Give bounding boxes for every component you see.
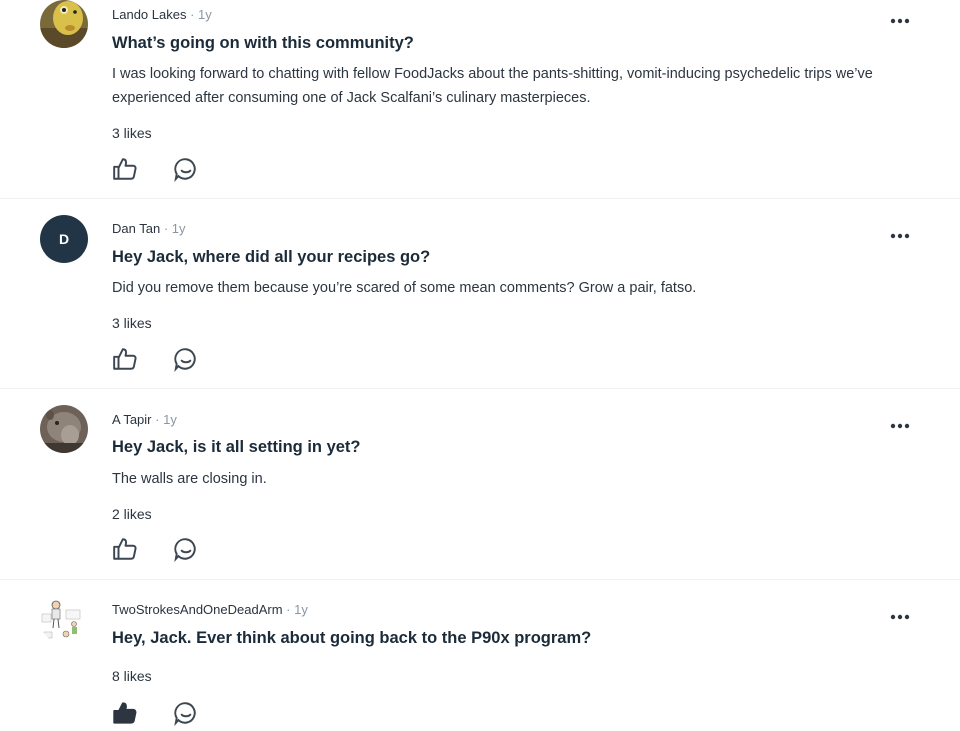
- post-meta: A Tapir · 1y: [112, 412, 177, 427]
- post-meta: TwoStrokesAndOneDeadArm · 1y: [112, 602, 308, 617]
- avatar[interactable]: [40, 405, 88, 453]
- meta-separator: ·: [163, 221, 169, 236]
- post-card: D Dan Tan · 1y Hey Jack, where did all y…: [0, 199, 960, 389]
- like-count: 3 likes: [112, 125, 152, 141]
- sketch-avatar-icon: [40, 596, 88, 644]
- post-actions: [112, 700, 212, 727]
- photo-face-icon: [40, 0, 88, 48]
- post-title[interactable]: Hey, Jack. Ever think about going back t…: [112, 629, 591, 648]
- like-button[interactable]: [112, 346, 138, 372]
- post-actions: [112, 536, 212, 563]
- tapir-photo-icon: [40, 405, 88, 453]
- post-meta: Dan Tan · 1y: [112, 221, 186, 236]
- like-count: 8 likes: [112, 668, 152, 684]
- post-actions: [112, 156, 212, 183]
- post-title[interactable]: What’s going on with this community?: [112, 34, 414, 53]
- post-meta: Lando Lakes · 1y: [112, 7, 212, 22]
- post-age: 1y: [198, 7, 212, 22]
- like-button[interactable]: [112, 536, 138, 562]
- like-count: 3 likes: [112, 315, 152, 331]
- post-body: The walls are closing in.: [112, 471, 267, 487]
- more-options-button[interactable]: [888, 229, 912, 241]
- more-options-icon: [890, 614, 910, 620]
- post-card: TwoStrokesAndOneDeadArm · 1y Hey, Jack. …: [0, 580, 960, 727]
- comment-bubble-icon: [174, 538, 196, 563]
- meta-separator: ·: [286, 602, 291, 617]
- more-options-icon: [890, 18, 910, 24]
- comment-button[interactable]: [173, 700, 199, 727]
- post-body: Did you remove them because you’re scare…: [112, 280, 697, 296]
- like-button[interactable]: [112, 156, 138, 182]
- like-count: 2 likes: [112, 506, 152, 522]
- post-title[interactable]: Hey Jack, where did all your recipes go?: [112, 248, 430, 267]
- like-button[interactable]: [112, 700, 138, 726]
- post-card: A Tapir · 1y Hey Jack, is it all setting…: [0, 389, 960, 580]
- more-options-button[interactable]: [888, 419, 912, 431]
- more-options-icon: [890, 233, 910, 239]
- more-options-button[interactable]: [888, 610, 912, 622]
- meta-separator: ·: [155, 412, 160, 427]
- comment-bubble-icon: [174, 158, 196, 183]
- author-name[interactable]: TwoStrokesAndOneDeadArm: [112, 602, 283, 617]
- post-feed: Lando Lakes · 1y What’s going on with th…: [0, 0, 960, 727]
- post-card: Lando Lakes · 1y What’s going on with th…: [0, 0, 960, 199]
- avatar[interactable]: [40, 0, 88, 48]
- post-actions: [112, 346, 212, 373]
- author-name[interactable]: Dan Tan: [112, 221, 160, 236]
- post-age: 1y: [171, 221, 186, 236]
- comment-button[interactable]: [173, 156, 199, 183]
- meta-separator: ·: [190, 7, 195, 22]
- thumbs-up-icon: [113, 348, 137, 370]
- avatar[interactable]: D: [40, 215, 88, 263]
- thumbs-up-icon: [113, 158, 137, 180]
- author-name[interactable]: Lando Lakes: [112, 7, 186, 22]
- thumbs-up-icon: [113, 538, 137, 560]
- avatar[interactable]: [40, 596, 88, 644]
- comment-bubble-icon: [174, 702, 196, 727]
- more-options-button[interactable]: [888, 14, 912, 26]
- post-body: I was looking forward to chatting with f…: [112, 66, 873, 106]
- post-age: 1y: [163, 412, 177, 427]
- post-age: 1y: [294, 602, 308, 617]
- thumbs-up-icon: [113, 702, 137, 724]
- comment-bubble-icon: [174, 348, 196, 373]
- more-options-icon: [890, 423, 910, 429]
- comment-button[interactable]: [173, 536, 199, 563]
- author-name[interactable]: A Tapir: [112, 412, 152, 427]
- post-title[interactable]: Hey Jack, is it all setting in yet?: [112, 438, 361, 457]
- comment-button[interactable]: [173, 346, 199, 373]
